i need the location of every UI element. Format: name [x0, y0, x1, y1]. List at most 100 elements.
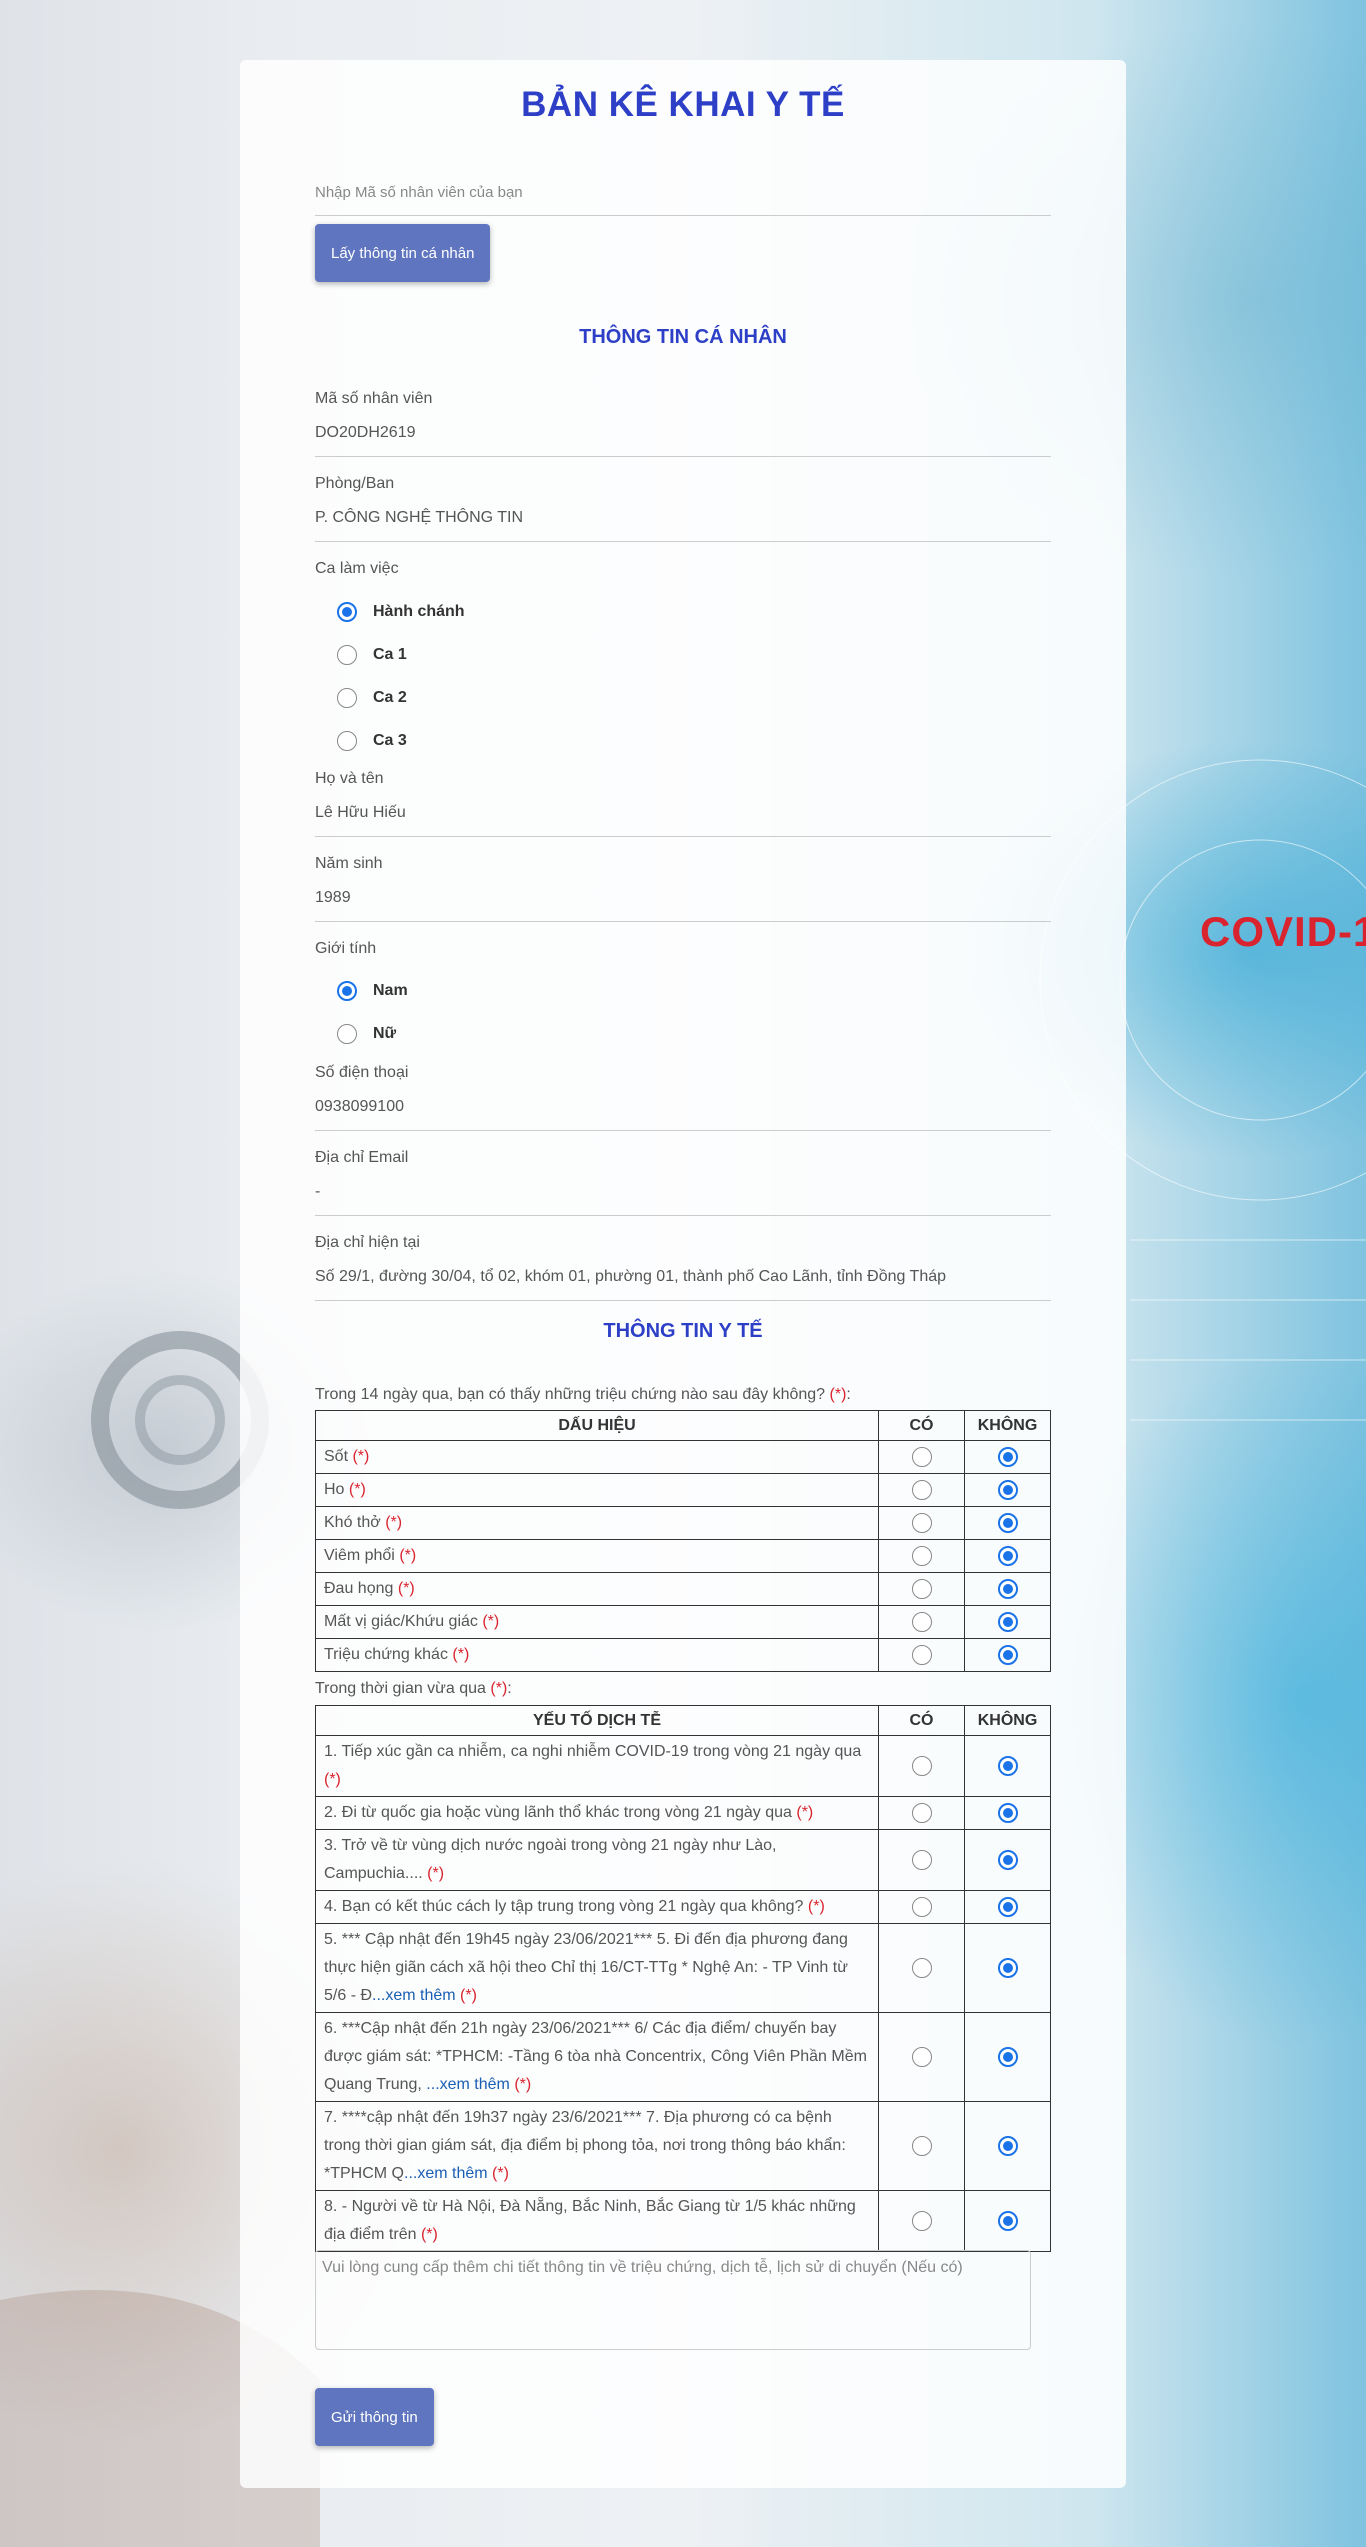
submit-button[interactable]: Gửi thông tin	[315, 2388, 434, 2446]
symptom-no-radio[interactable]	[997, 1447, 1018, 1467]
symptom-yes-radio[interactable]	[911, 1612, 932, 1632]
column-header-no: KHÔNG	[964, 1705, 1051, 1736]
table-row: Sốt (*)	[315, 1440, 1051, 1474]
symptoms-table-body: Sốt (*) Ho (*) Khó thở (*) Viêm phổi (*) Đau…	[315, 1440, 1051, 1672]
epidemic-yes-radio[interactable]	[911, 1897, 932, 1917]
column-header-yes: CÓ	[878, 1705, 965, 1736]
radio-icon[interactable]	[337, 731, 357, 751]
symptom-no-cell	[964, 1506, 1051, 1540]
epidemic-yes-radio[interactable]	[911, 1958, 932, 1978]
epidemic-question-text: Trong thời gian vừa qua	[315, 1680, 486, 1697]
shift-option-hanh-chanh[interactable]: Hành chánh	[337, 602, 465, 622]
additional-details-textarea[interactable]	[315, 2250, 1031, 2350]
symptom-yes-radio[interactable]	[911, 1513, 932, 1533]
symptom-label-cell: Đau họng (*)	[315, 1572, 879, 1606]
radio-icon[interactable]	[337, 1024, 357, 1044]
epidemic-no-radio[interactable]	[997, 1958, 1018, 1978]
shift-option-ca-2[interactable]: Ca 2	[337, 688, 407, 708]
epidemic-yes-cell	[878, 1796, 965, 1830]
gender-option-nu[interactable]: Nữ	[337, 1024, 396, 1044]
symptom-yes-radio[interactable]	[911, 1480, 932, 1500]
symptom-no-radio[interactable]	[997, 1612, 1018, 1632]
symptom-no-radio[interactable]	[997, 1480, 1018, 1500]
gender-option-nam[interactable]: Nam	[337, 981, 408, 1001]
table-row: 2. Đi từ quốc gia hoặc vùng lãnh thổ khá…	[315, 1796, 1051, 1830]
symptom-no-radio[interactable]	[997, 1579, 1018, 1599]
epidemic-factor-text: 7. ****cập nhật đến 19h37 ngày 23/6/2021…	[324, 2109, 846, 2182]
epidemic-factor-cell: 2. Đi từ quốc gia hoặc vùng lãnh thổ khá…	[315, 1796, 879, 1830]
employee-id-value[interactable]: DO20DH2619	[315, 424, 1051, 457]
epidemic-factor-text: 2. Đi từ quốc gia hoặc vùng lãnh thổ khá…	[324, 1804, 792, 1821]
symptom-label: Mất vị giác/Khứu giác	[324, 1613, 478, 1630]
epidemic-no-cell	[964, 1923, 1051, 2013]
table-row: Đau họng (*)	[315, 1572, 1051, 1606]
epidemic-yes-radio[interactable]	[911, 1803, 932, 1823]
full-name-value[interactable]: Lê Hữu Hiếu	[315, 804, 1051, 837]
see-more-link[interactable]: ...xem thêm	[404, 2165, 488, 2182]
shift-option-ca-1[interactable]: Ca 1	[337, 645, 407, 665]
phone-value[interactable]: 0938099100	[315, 1098, 1051, 1131]
epidemic-table-body: 1. Tiếp xúc gần ca nhiễm, ca nghi nhiễm …	[315, 1735, 1051, 2252]
epidemic-yes-radio[interactable]	[911, 2047, 932, 2067]
symptom-no-radio[interactable]	[997, 1645, 1018, 1665]
see-more-link[interactable]: ...xem thêm	[372, 1987, 456, 2004]
gender-option-label: Nam	[373, 982, 408, 999]
epidemic-factor-cell: 7. ****cập nhật đến 19h37 ngày 23/6/2021…	[315, 2101, 879, 2191]
symptom-yes-radio[interactable]	[911, 1447, 932, 1467]
epidemic-no-radio[interactable]	[997, 2047, 1018, 2067]
epidemic-no-radio[interactable]	[997, 1897, 1018, 1917]
required-mark: (*)	[397, 1580, 415, 1597]
employee-code-input[interactable]	[315, 170, 1051, 214]
epidemic-no-radio[interactable]	[997, 2211, 1018, 2231]
epidemic-yes-cell	[878, 1829, 965, 1891]
shift-option-ca-3[interactable]: Ca 3	[337, 731, 407, 751]
epidemic-factor-text: 4. Bạn có kết thúc cách ly tập trung tro…	[324, 1898, 804, 1915]
table-header-row: YẾU TỐ DỊCH TỄ CÓ KHÔNG	[315, 1705, 1051, 1736]
radio-selected-icon[interactable]	[337, 602, 357, 622]
epidemic-factor-text: 1. Tiếp xúc gần ca nhiễm, ca nghi nhiễm …	[324, 1743, 862, 1760]
table-row: 5. *** Cập nhật đến 19h45 ngày 23/06/202…	[315, 1923, 1051, 2013]
epidemic-no-radio[interactable]	[997, 2136, 1018, 2156]
symptom-no-cell	[964, 1638, 1051, 1672]
required-mark: (*)	[452, 1646, 470, 1663]
epidemic-yes-radio[interactable]	[911, 1756, 932, 1776]
symptom-no-radio[interactable]	[997, 1513, 1018, 1533]
symptom-yes-cell	[878, 1473, 965, 1507]
epidemic-no-radio[interactable]	[997, 1803, 1018, 1823]
email-value[interactable]: -	[315, 1183, 1051, 1216]
symptom-label-cell: Ho (*)	[315, 1473, 879, 1507]
epidemic-factor-cell: 5. *** Cập nhật đến 19h45 ngày 23/06/202…	[315, 1923, 879, 2013]
table-header-row: DẤU HIỆU CÓ KHÔNG	[315, 1410, 1051, 1441]
symptom-label-cell: Mất vị giác/Khứu giác (*)	[315, 1605, 879, 1639]
radio-icon[interactable]	[337, 645, 357, 665]
department-value[interactable]: P. CÔNG NGHỆ THÔNG TIN	[315, 509, 1051, 542]
radio-icon[interactable]	[337, 688, 357, 708]
epidemic-yes-radio[interactable]	[911, 2136, 932, 2156]
symptom-yes-radio[interactable]	[911, 1579, 932, 1599]
table-row: Ho (*)	[315, 1473, 1051, 1507]
radio-selected-icon[interactable]	[337, 981, 357, 1001]
birth-year-value[interactable]: 1989	[315, 889, 1051, 922]
see-more-link[interactable]: ...xem thêm	[426, 2076, 510, 2093]
symptom-yes-cell	[878, 1572, 965, 1606]
symptom-label-cell: Khó thở (*)	[315, 1506, 879, 1540]
epidemic-yes-radio[interactable]	[911, 2211, 932, 2231]
epidemic-no-cell	[964, 2190, 1051, 2252]
symptom-no-radio[interactable]	[997, 1546, 1018, 1566]
table-row: 1. Tiếp xúc gần ca nhiễm, ca nghi nhiễm …	[315, 1735, 1051, 1797]
symptom-yes-cell	[878, 1638, 965, 1672]
address-value[interactable]: Số 29/1, đường 30/04, tổ 02, khóm 01, ph…	[315, 1268, 1051, 1301]
epidemic-no-radio[interactable]	[997, 1756, 1018, 1776]
symptom-yes-radio[interactable]	[911, 1546, 932, 1566]
fetch-info-button[interactable]: Lấy thông tin cá nhân	[315, 224, 491, 282]
epidemic-yes-radio[interactable]	[911, 1850, 932, 1870]
column-header-no: KHÔNG	[964, 1410, 1051, 1441]
column-header-factor: YẾU TỐ DỊCH TỄ	[315, 1705, 879, 1736]
epidemic-no-radio[interactable]	[997, 1850, 1018, 1870]
required-mark: (*)	[348, 1481, 366, 1498]
symptom-yes-radio[interactable]	[911, 1645, 932, 1665]
symptom-label-cell: Viêm phổi (*)	[315, 1539, 879, 1573]
shift-option-label: Ca 1	[373, 646, 407, 663]
epidemic-factor-cell: 1. Tiếp xúc gần ca nhiễm, ca nghi nhiễm …	[315, 1735, 879, 1797]
table-row: Mất vị giác/Khứu giác (*)	[315, 1605, 1051, 1639]
